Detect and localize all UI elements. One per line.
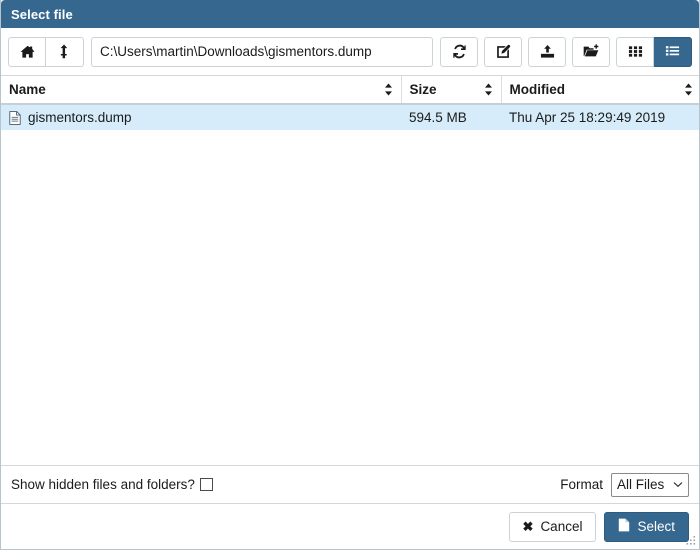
format-select-value: All Files	[617, 477, 665, 492]
file-icon	[618, 518, 630, 535]
column-header-name[interactable]: Name	[1, 76, 402, 105]
select-button[interactable]: Select	[604, 511, 689, 542]
show-hidden-files-checkbox[interactable]	[199, 478, 213, 491]
file-list-area: Name Size Modified gismentors.dump 594.5…	[1, 76, 699, 465]
options-bar: Show hidden files and folders? Format Al…	[1, 465, 699, 503]
select-button-label: Select	[637, 519, 675, 534]
grid-view-icon	[628, 44, 643, 59]
file-icon	[9, 110, 21, 125]
file-size-cell: 594.5 MB	[409, 110, 467, 125]
show-hidden-files-option[interactable]: Show hidden files and folders?	[11, 477, 213, 492]
dialog-title: Select file	[11, 6, 73, 22]
resize-handle[interactable]	[685, 535, 697, 547]
column-header-size[interactable]: Size	[401, 76, 502, 105]
file-name-cell: gismentors.dump	[1, 104, 401, 130]
table-row[interactable]: gismentors.dump 594.5 MB Thu Apr 25 18:2…	[1, 104, 699, 130]
column-header-modified[interactable]: Modified	[501, 76, 699, 105]
file-name-label: gismentors.dump	[28, 110, 132, 125]
list-view-button[interactable]	[654, 36, 692, 67]
path-input[interactable]	[91, 36, 433, 67]
file-modified-cell: Thu Apr 25 18:29:49 2019	[509, 110, 666, 125]
home-icon	[20, 45, 35, 59]
level-up-icon	[58, 44, 71, 59]
chevron-down-icon	[673, 481, 683, 488]
format-label: Format	[560, 477, 603, 492]
format-select[interactable]: All Files	[611, 472, 689, 497]
column-header-modified-label: Modified	[509, 82, 566, 97]
grid-view-button[interactable]	[616, 36, 654, 67]
rename-button[interactable]	[484, 36, 522, 67]
list-view-icon	[665, 44, 680, 59]
new-folder-icon	[583, 44, 599, 59]
select-file-dialog: Select file C:\Users\martin\Downloads\gi…	[0, 0, 700, 550]
sort-icon	[484, 83, 493, 96]
upload-button[interactable]	[528, 36, 566, 67]
dialog-titlebar: Select file	[1, 0, 699, 28]
parent-directory-button[interactable]	[46, 36, 84, 67]
sort-icon	[384, 83, 393, 96]
file-table-body: gismentors.dump 594.5 MB Thu Apr 25 18:2…	[1, 104, 699, 130]
new-folder-button[interactable]	[572, 36, 610, 67]
refresh-button[interactable]	[440, 36, 478, 67]
home-button[interactable]	[8, 36, 46, 67]
refresh-icon	[452, 44, 467, 59]
view-mode-group	[616, 36, 692, 67]
upload-icon	[540, 44, 555, 59]
file-table-header-row: Name Size Modified	[1, 76, 699, 105]
file-table-head: Name Size Modified	[1, 76, 699, 105]
close-x-icon: ✖	[522, 519, 534, 534]
show-hidden-files-label: Show hidden files and folders?	[11, 477, 195, 492]
nav-button-group	[8, 36, 84, 67]
sort-icon	[684, 83, 693, 96]
edit-rename-icon	[496, 44, 511, 59]
file-table: Name Size Modified gismentors.dump 594.5…	[1, 76, 699, 130]
cancel-button-label: Cancel	[540, 519, 583, 534]
file-list-empty-space[interactable]	[1, 130, 699, 465]
column-header-size-label: Size	[409, 82, 437, 97]
column-header-name-label: Name	[9, 82, 46, 97]
dialog-footer: ✖ Cancel Select	[1, 503, 699, 549]
navigation-toolbar	[1, 28, 699, 76]
cancel-button[interactable]: ✖ Cancel	[508, 511, 597, 542]
